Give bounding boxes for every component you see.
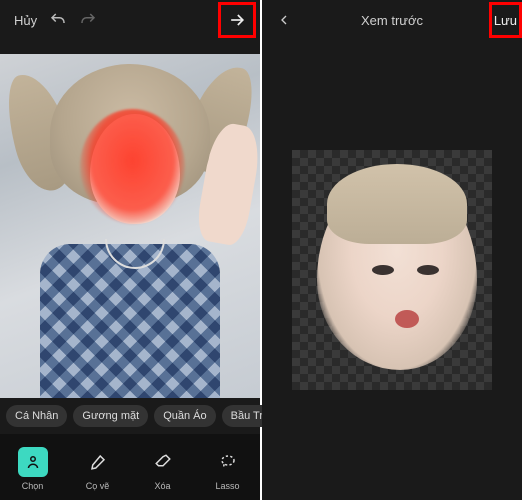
save-label: Lưu <box>494 13 517 28</box>
redo-button[interactable] <box>73 7 103 33</box>
transparency-background <box>292 150 492 390</box>
editor-panel: Hủy Cá Nhâ <box>0 0 260 500</box>
category-row: Cá Nhân Gương mặt Quần Áo Bầu Trời <box>0 398 260 434</box>
undo-icon <box>49 11 67 29</box>
tool-erase[interactable]: Xóa <box>138 447 188 491</box>
tool-row: Chọn Cọ vẽ Xóa Lasso <box>0 434 260 500</box>
tool-label: Chọn <box>22 481 44 491</box>
preview-panel: Xem trước Lưu <box>262 0 522 500</box>
arrow-right-icon <box>227 10 247 30</box>
preview-topbar: Xem trước Lưu <box>262 0 522 40</box>
back-button[interactable] <box>270 8 298 32</box>
eraser-icon <box>154 453 172 471</box>
category-face[interactable]: Gương mặt <box>73 405 148 427</box>
source-photo <box>0 54 260 398</box>
tool-label: Cọ vẽ <box>86 481 110 491</box>
tool-brush[interactable]: Cọ vẽ <box>73 447 123 491</box>
app-root: Hủy Cá Nhâ <box>0 0 522 500</box>
preview-title: Xem trước <box>361 13 423 28</box>
preview-canvas[interactable] <box>262 40 522 500</box>
tool-label: Xóa <box>154 481 170 491</box>
selection-mask <box>80 109 185 224</box>
cancel-button[interactable]: Hủy <box>8 9 43 32</box>
next-button[interactable] <box>218 2 256 38</box>
lasso-icon <box>219 453 237 471</box>
save-button[interactable]: Lưu <box>489 2 522 38</box>
category-clothes[interactable]: Quần Áo <box>154 405 215 427</box>
person-select-icon <box>24 453 42 471</box>
editor-canvas[interactable] <box>0 40 260 398</box>
tool-lasso[interactable]: Lasso <box>203 447 253 491</box>
undo-button[interactable] <box>43 7 73 33</box>
tool-label: Lasso <box>215 481 239 491</box>
tool-select[interactable]: Chọn <box>8 447 58 491</box>
category-personal[interactable]: Cá Nhân <box>6 405 67 427</box>
chevron-left-icon <box>276 12 292 28</box>
brush-icon <box>89 453 107 471</box>
editor-topbar: Hủy <box>0 0 260 40</box>
redo-icon <box>79 11 97 29</box>
face-cutout <box>317 170 477 370</box>
